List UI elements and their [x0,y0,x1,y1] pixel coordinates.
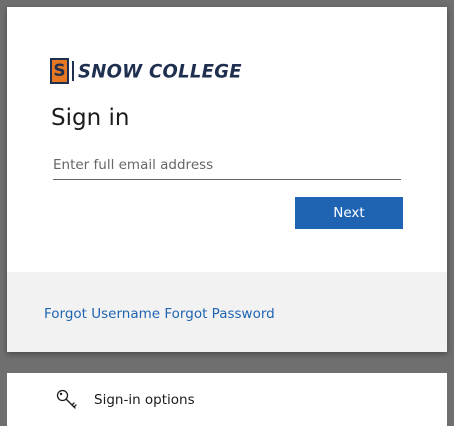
forgot-password-link[interactable]: Forgot Password [164,306,274,322]
page-title: Sign in [51,105,130,131]
forgot-username-link[interactable]: Forgot Username [44,306,160,322]
signin-footer: Forgot Username Forgot Password [7,272,447,352]
signin-options-label: Sign-in options [94,391,195,408]
logo-text: SNOW COLLEGE [78,59,242,83]
email-field[interactable] [53,150,401,180]
logo-mark: S [50,58,69,84]
logo-divider [72,61,74,81]
key-icon [55,388,79,412]
college-logo: S SNOW COLLEGE [50,58,242,84]
next-button[interactable]: Next [295,197,403,229]
help-links: Forgot Username Forgot Password [44,306,275,322]
signin-card: S SNOW COLLEGE Sign in Next Forgot Usern… [7,7,447,352]
signin-options-button[interactable]: Sign-in options [7,373,447,426]
